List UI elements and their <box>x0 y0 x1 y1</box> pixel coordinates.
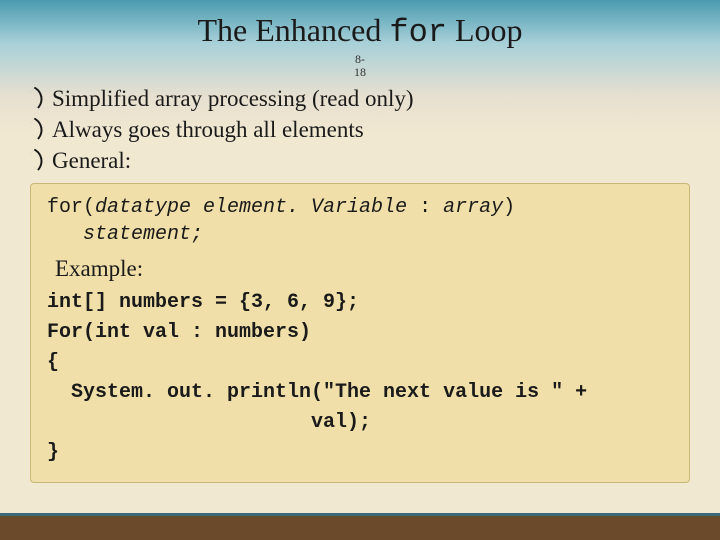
footer-bar <box>0 516 720 540</box>
syntax-placeholder: statement; <box>83 223 203 246</box>
syntax-block: for(datatype element. Variable : array) … <box>47 194 673 248</box>
code-box: for(datatype element. Variable : array) … <box>30 183 690 483</box>
bullet-text: Always goes through all elements <box>52 117 364 142</box>
bullet-item: Simplified array processing (read only) <box>30 83 690 114</box>
example-label: Example: <box>55 256 673 282</box>
bullet-list: Simplified array processing (read only) … <box>30 83 690 176</box>
page-number: 8- 18 <box>30 53 690 79</box>
code-line: System. out. println("The next value is … <box>47 381 587 404</box>
syntax-mid: : <box>407 196 443 219</box>
syntax-post: ) <box>503 196 515 219</box>
code-line: { <box>47 351 59 374</box>
slide-title: The Enhanced for Loop <box>30 12 690 51</box>
slide: The Enhanced for Loop 8- 18 Simplified a… <box>0 0 720 540</box>
syntax-placeholder: datatype element. Variable <box>95 196 407 219</box>
syntax-line: for(datatype element. Variable : array) <box>47 194 673 221</box>
bullet-item: Always goes through all elements <box>30 114 690 145</box>
code-line: int[] numbers = {3, 6, 9}; <box>47 291 359 314</box>
example-code: int[] numbers = {3, 6, 9}; For(int val :… <box>47 288 673 468</box>
bullet-item: General: <box>30 145 690 176</box>
title-pre: The Enhanced <box>197 12 389 48</box>
code-line: For(int val : numbers) <box>47 321 311 344</box>
code-line: } <box>47 441 59 464</box>
syntax-kw: for( <box>47 196 95 219</box>
bullet-text: General: <box>52 148 131 173</box>
syntax-line: statement; <box>47 221 673 248</box>
title-post: Loop <box>447 12 523 48</box>
page-bot: 18 <box>30 66 690 79</box>
syntax-placeholder: array <box>443 196 503 219</box>
title-code: for <box>389 14 447 51</box>
code-line: val); <box>47 411 371 434</box>
bullet-text: Simplified array processing (read only) <box>52 86 414 111</box>
